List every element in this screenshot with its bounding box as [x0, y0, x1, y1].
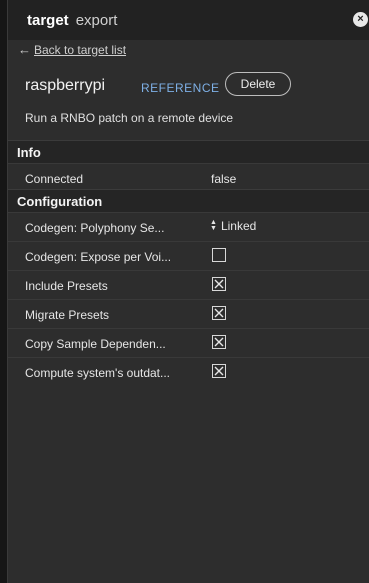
info-section-heading: Info: [8, 140, 369, 163]
reference-link[interactable]: REFERENCE: [141, 81, 220, 95]
target-description: Run a RNBO patch on a remote device: [25, 111, 234, 125]
config-row-compute-system: Compute system's outdat...: [8, 357, 369, 386]
info-row-connected: Connected false: [8, 163, 369, 192]
panel-title: target: [27, 11, 69, 29]
checkbox-checked-icon[interactable]: [212, 335, 226, 349]
panel-titlebar: target export ×: [8, 0, 369, 40]
config-row-expose-per-voice: Codegen: Expose per Voi...: [8, 241, 369, 270]
config-row-migrate-presets: Migrate Presets: [8, 299, 369, 328]
config-row-label: Migrate Presets: [25, 308, 110, 322]
delete-button[interactable]: Delete: [225, 72, 291, 96]
config-row-label: Include Presets: [25, 279, 108, 293]
arrow-left-icon: ←: [18, 42, 31, 57]
polyphony-select-value: Linked: [220, 219, 257, 233]
config-row-label: Compute system's outdat...: [25, 366, 171, 380]
config-row-label: Codegen: Polyphony Se...: [25, 221, 165, 235]
configuration-section-heading: Configuration: [8, 189, 369, 212]
back-link-label: Back to target list: [34, 42, 127, 57]
target-name: raspberrypi: [25, 77, 106, 94]
polyphony-select[interactable]: ▲ ▼ Linked: [210, 219, 256, 233]
info-row-value: false: [211, 172, 237, 186]
checkbox-empty-icon[interactable]: [212, 248, 226, 262]
checkbox-checked-icon[interactable]: [212, 277, 226, 291]
back-to-target-list-link[interactable]: ← Back to target list: [18, 42, 126, 57]
checkbox-checked-icon[interactable]: [212, 364, 226, 378]
close-icon[interactable]: ×: [353, 12, 368, 27]
config-row-label: Codegen: Expose per Voi...: [25, 250, 172, 264]
left-edge-strip: [0, 0, 8, 583]
checkbox-checked-icon[interactable]: [212, 306, 226, 320]
config-row-polyphony: Codegen: Polyphony Se... ▲ ▼ Linked: [8, 212, 369, 241]
sort-arrows-icon: ▲ ▼: [210, 219, 217, 232]
config-row-include-presets: Include Presets: [8, 270, 369, 299]
panel-subtitle: export: [75, 11, 118, 29]
info-row-label: Connected: [25, 172, 84, 186]
config-row-label: Copy Sample Dependen...: [25, 337, 166, 351]
target-export-panel: target export × ← Back to target list ra…: [8, 0, 369, 583]
config-row-copy-sample-dependencies: Copy Sample Dependen...: [8, 328, 369, 357]
